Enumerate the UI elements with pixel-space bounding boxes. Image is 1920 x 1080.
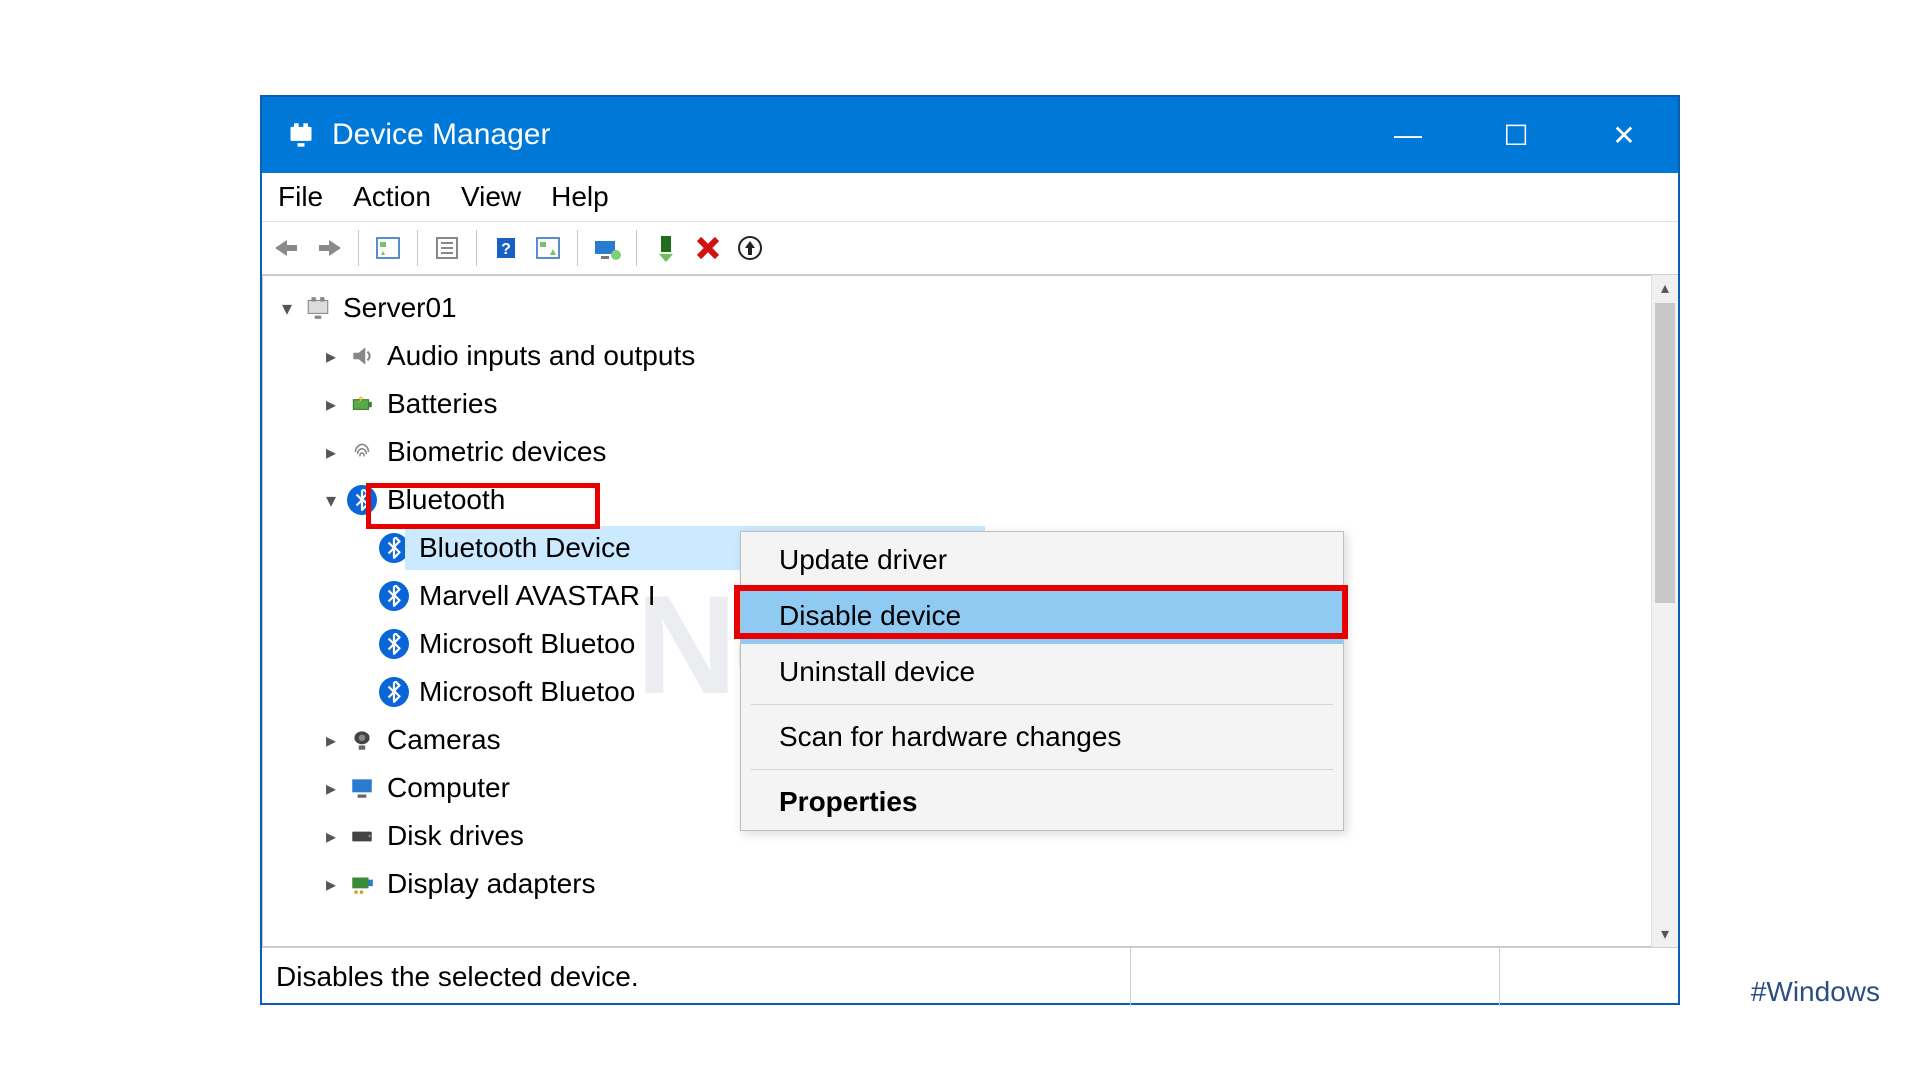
close-button[interactable]: ✕ — [1570, 97, 1678, 173]
context-separator — [751, 704, 1333, 705]
tree-item-label: Disk drives — [387, 820, 524, 852]
tree-device-label: Marvell AVASTAR I — [419, 580, 656, 612]
chevron-right-icon[interactable]: ▸ — [319, 872, 343, 897]
help-button[interactable]: ? — [489, 231, 523, 265]
chevron-right-icon[interactable]: ▸ — [319, 392, 343, 417]
computer-icon — [303, 293, 333, 323]
enable-button[interactable] — [649, 231, 683, 265]
bluetooth-icon — [347, 485, 377, 515]
status-cell — [1131, 948, 1500, 1006]
chevron-right-icon[interactable]: ▸ — [319, 728, 343, 753]
context-update-driver[interactable]: Update driver — [741, 532, 1343, 588]
chevron-right-icon[interactable]: ▸ — [319, 824, 343, 849]
statusbar: Disables the selected device. — [262, 947, 1678, 1006]
titlebar[interactable]: Device Manager — ☐ ✕ — [262, 97, 1678, 173]
forward-button[interactable] — [312, 231, 346, 265]
scan-hardware-button[interactable] — [531, 231, 565, 265]
tree-area: NeuronVM ▾ Server01 ▸ Audio inputs and o… — [262, 275, 1678, 947]
uninstall-button[interactable] — [733, 231, 767, 265]
maximize-button[interactable]: ☐ — [1462, 97, 1570, 173]
toolbar: ? — [262, 222, 1678, 275]
tree-item-label: Cameras — [387, 724, 501, 756]
hashtag-label: #Windows — [1751, 976, 1880, 1008]
context-uninstall-device[interactable]: Uninstall device — [741, 644, 1343, 700]
toolbar-separator — [636, 230, 637, 266]
show-hidden-button[interactable] — [371, 231, 405, 265]
context-separator — [751, 769, 1333, 770]
tree-item-bluetooth[interactable]: ▾ Bluetooth — [275, 476, 1665, 524]
chevron-down-icon[interactable]: ▾ — [319, 488, 343, 513]
window-title: Device Manager — [332, 118, 550, 152]
tree-item[interactable]: ▸ Batteries — [275, 380, 1665, 428]
context-disable-device[interactable]: Disable device — [741, 588, 1343, 644]
properties-button[interactable] — [430, 231, 464, 265]
disk-icon — [347, 821, 377, 851]
scroll-up-button[interactable]: ▴ — [1652, 275, 1678, 301]
menubar: File Action View Help — [262, 173, 1678, 222]
fingerprint-icon — [347, 437, 377, 467]
toolbar-separator — [417, 230, 418, 266]
tree-root[interactable]: ▾ Server01 — [275, 284, 1665, 332]
toolbar-separator — [577, 230, 578, 266]
context-properties[interactable]: Properties — [741, 774, 1343, 830]
tree-item-label: Biometric devices — [387, 436, 606, 468]
tree-device-label: Bluetooth Device — [419, 532, 631, 564]
menu-help[interactable]: Help — [551, 181, 609, 213]
context-menu: Update driver Disable device Uninstall d… — [740, 531, 1344, 831]
app-icon — [284, 118, 318, 152]
tree-item-label: Display adapters — [387, 868, 596, 900]
tree-root-label: Server01 — [343, 292, 457, 324]
toolbar-separator — [358, 230, 359, 266]
tree-item-label: Computer — [387, 772, 510, 804]
tree-item-label: Batteries — [387, 388, 498, 420]
disable-button[interactable] — [691, 231, 725, 265]
camera-icon — [347, 725, 377, 755]
battery-icon — [347, 389, 377, 419]
scrollbar-thumb[interactable] — [1655, 303, 1675, 603]
context-scan-hardware[interactable]: Scan for hardware changes — [741, 709, 1343, 765]
toolbar-separator — [476, 230, 477, 266]
status-text: Disables the selected device. — [262, 948, 1131, 1006]
monitor-icon — [347, 773, 377, 803]
minimize-button[interactable]: — — [1354, 97, 1462, 173]
bluetooth-icon — [379, 581, 409, 611]
tree-item[interactable]: ▸ Display adapters — [275, 860, 1665, 908]
menu-action[interactable]: Action — [353, 181, 431, 213]
device-manager-window: Device Manager — ☐ ✕ File Action View He… — [260, 95, 1680, 1005]
display-adapter-icon — [347, 869, 377, 899]
tree-item[interactable]: ▸ Biometric devices — [275, 428, 1665, 476]
bluetooth-icon — [379, 629, 409, 659]
menu-view[interactable]: View — [461, 181, 521, 213]
speaker-icon — [347, 341, 377, 371]
scroll-down-button[interactable]: ▾ — [1652, 921, 1678, 947]
chevron-right-icon[interactable]: ▸ — [319, 776, 343, 801]
tree-item-label: Audio inputs and outputs — [387, 340, 695, 372]
tree-item-label: Bluetooth — [387, 484, 505, 516]
tree-device-label: Microsoft Bluetoo — [419, 628, 635, 660]
menu-file[interactable]: File — [278, 181, 323, 213]
status-cell — [1500, 948, 1678, 1006]
bluetooth-icon — [379, 677, 409, 707]
vertical-scrollbar[interactable]: ▴ ▾ — [1651, 275, 1678, 947]
update-driver-button[interactable] — [590, 231, 624, 265]
tree-item[interactable]: ▸ Audio inputs and outputs — [275, 332, 1665, 380]
chevron-right-icon[interactable]: ▸ — [319, 344, 343, 369]
chevron-right-icon[interactable]: ▸ — [319, 440, 343, 465]
back-button[interactable] — [270, 231, 304, 265]
svg-text:?: ? — [501, 241, 511, 258]
tree-device-label: Microsoft Bluetoo — [419, 676, 635, 708]
chevron-down-icon[interactable]: ▾ — [275, 296, 299, 321]
